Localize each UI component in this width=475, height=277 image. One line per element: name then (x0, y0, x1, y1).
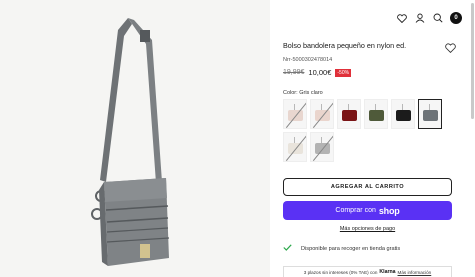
availability-text: Disponible para recoger en tienda gratis (301, 245, 401, 252)
product-photo (91, 18, 170, 266)
klarna-logo: Klarna (379, 269, 396, 275)
color-swatch[interactable] (283, 132, 307, 162)
user-icon[interactable] (414, 12, 426, 24)
swatch-bag-thumbnail (288, 143, 303, 154)
product-sku: Nrr-5000302478014 (283, 57, 333, 63)
color-swatch[interactable] (337, 99, 361, 129)
product-title: Bolso bandolera pequeño en nylon ed. (283, 41, 407, 50)
swatch-bag-thumbnail (315, 143, 330, 154)
scrollbar[interactable] (471, 3, 474, 119)
color-swatches (283, 99, 442, 162)
cart-count-badge[interactable]: 0 (450, 12, 462, 24)
color-swatch[interactable] (391, 99, 415, 129)
color-swatch[interactable] (418, 99, 442, 129)
product-image-gallery[interactable] (0, 0, 270, 277)
color-swatch[interactable] (310, 99, 334, 129)
price-row: 19,99€ 10,00€ -50% (283, 68, 352, 77)
check-icon (283, 244, 292, 253)
add-to-cart-button[interactable]: AGREGAR AL CARRITO (283, 178, 452, 196)
header-icons: 0 (396, 12, 462, 24)
color-swatch[interactable] (310, 132, 334, 162)
klarna-more-info-link[interactable]: Más información (398, 270, 432, 275)
product-panel: 0 Bolso bandolera pequeño en nylon ed. N… (270, 0, 475, 277)
color-label: Color: Gris claro (283, 90, 323, 96)
swatch-bag-thumbnail (342, 110, 357, 121)
shop-logo: shop (378, 205, 400, 216)
discount-badge: -50% (335, 68, 352, 77)
more-payment-options-link[interactable]: Más opciones de pago (270, 226, 465, 232)
wishlist-heart-icon[interactable] (445, 40, 456, 54)
search-icon[interactable] (432, 12, 444, 24)
swatch-bag-thumbnail (315, 110, 330, 121)
swatch-bag-thumbnail (423, 110, 438, 121)
current-price: 10,00€ (308, 68, 332, 77)
color-label-prefix: Color: (283, 90, 298, 96)
shop-pay-label: Comprar con (335, 207, 376, 214)
heart-icon[interactable] (396, 12, 408, 24)
color-swatch[interactable] (364, 99, 388, 129)
color-value: Gris claro (299, 90, 323, 96)
klarna-banner: 3 plazos sin intereses (0% TAE) con Klar… (283, 266, 452, 277)
color-swatch[interactable] (283, 99, 307, 129)
swatch-bag-thumbnail (396, 110, 411, 121)
klarna-text: 3 plazos sin intereses (0% TAE) con (303, 269, 378, 275)
shop-pay-button[interactable]: Comprar con shop (283, 201, 452, 220)
store-availability: Disponible para recoger en tienda gratis (283, 244, 400, 253)
old-price: 19,99€ (283, 69, 305, 76)
swatch-bag-thumbnail (369, 110, 384, 121)
swatch-bag-thumbnail (288, 110, 303, 121)
